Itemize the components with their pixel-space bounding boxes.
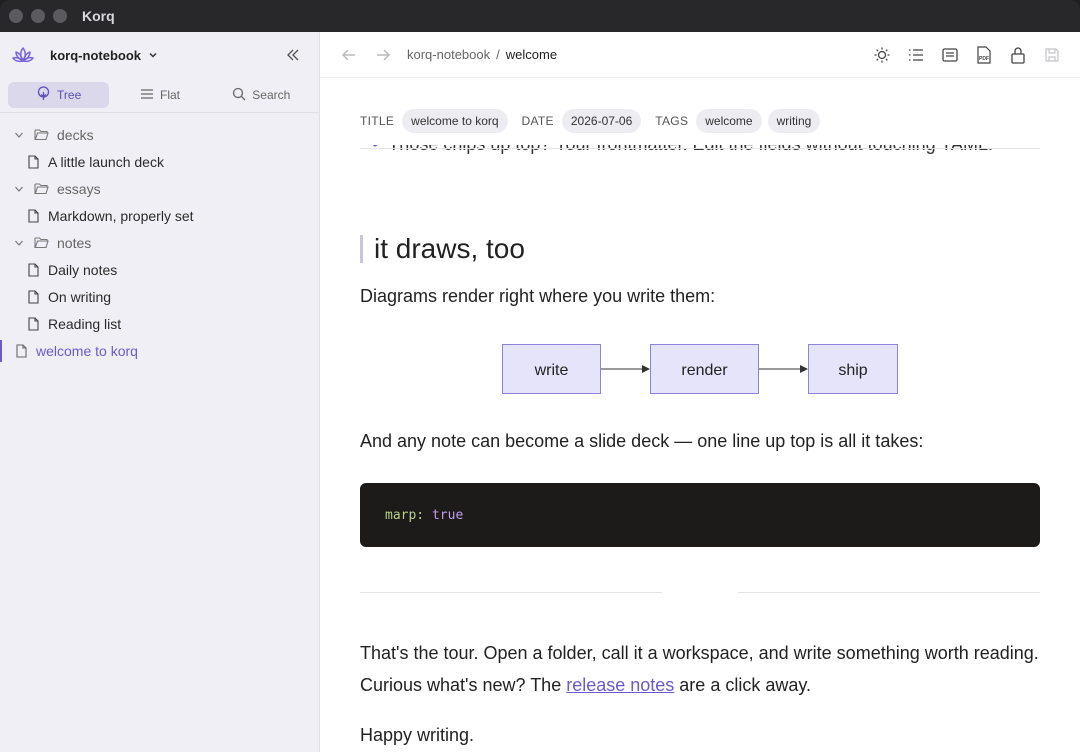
save-icon[interactable] — [1042, 45, 1062, 65]
close-window-button[interactable] — [9, 9, 23, 23]
toolbar-actions: PDF — [872, 45, 1062, 65]
window-title: Korq — [82, 8, 115, 24]
sidebar: korq-notebook Tree Flat Search decks A l… — [0, 32, 320, 752]
frontmatter-key-date: DATE — [521, 114, 554, 128]
file-tree: decks A little launch deck essays Markdo… — [0, 121, 320, 364]
editor-pane: korq-notebook / welcome PDF TITLE welcom… — [320, 32, 1080, 752]
file-icon — [16, 343, 27, 358]
tree-folder-essays[interactable]: essays — [0, 175, 320, 202]
paragraph: And any note can become a slide deck — o… — [360, 431, 924, 451]
frontmatter-key-title: TITLE — [360, 114, 395, 128]
tree-item-label: A little launch deck — [48, 153, 164, 170]
tree-item-label: essays — [57, 180, 101, 197]
paragraph: Diagrams render right where you write th… — [360, 286, 716, 306]
bullet-icon: • — [372, 145, 378, 154]
zoom-window-button[interactable] — [53, 9, 67, 23]
flow-diagram: write render ship — [502, 344, 898, 394]
view-switcher: Tree Flat Search — [8, 82, 312, 108]
minimize-window-button[interactable] — [31, 9, 45, 23]
file-icon — [28, 208, 39, 223]
folder-open-icon — [34, 128, 49, 141]
notebook-selector[interactable]: korq-notebook — [50, 48, 141, 63]
frontmatter-title-chip[interactable]: welcome to korq — [402, 109, 508, 133]
svg-text:PDF: PDF — [979, 56, 989, 62]
tree-item-label: Reading list — [48, 315, 122, 332]
tree-file-markdown[interactable]: Markdown, properly set — [0, 202, 320, 229]
code-block[interactable]: marp: true — [360, 483, 1040, 547]
folder-open-icon — [34, 236, 49, 249]
tree-file-on-writing[interactable]: On writing — [0, 283, 320, 310]
chevron-down-icon[interactable] — [147, 49, 159, 61]
tree-item-label: notes — [57, 234, 92, 251]
tree-icon — [36, 86, 51, 104]
divider — [360, 592, 662, 593]
view-tab-label: Tree — [57, 88, 82, 102]
window-controls — [9, 9, 67, 23]
tree-file-daily-notes[interactable]: Daily notes — [0, 256, 320, 283]
back-arrow-icon[interactable] — [339, 48, 359, 62]
breadcrumb-separator: / — [496, 47, 500, 62]
file-icon — [28, 316, 39, 331]
file-icon — [28, 262, 39, 277]
section-heading: it draws, too — [360, 235, 525, 263]
code-value: true — [431, 507, 464, 523]
reader-icon[interactable] — [940, 45, 960, 65]
view-tab-flat[interactable]: Flat — [109, 82, 210, 108]
tree-item-label: On writing — [48, 288, 112, 305]
view-tab-label: Search — [252, 88, 291, 102]
divider — [0, 112, 320, 113]
forward-arrow-icon[interactable] — [373, 48, 393, 62]
frontmatter-bar: TITLE welcome to korq DATE 2026-07-06 TA… — [360, 109, 821, 133]
file-icon — [28, 154, 39, 169]
frontmatter-divider — [360, 148, 1040, 149]
tree-item-label: decks — [57, 126, 94, 143]
tree-item-label: Daily notes — [48, 261, 118, 278]
diagram-node-label: render — [681, 362, 728, 379]
frontmatter-date-chip[interactable]: 2026-07-06 — [561, 109, 642, 133]
frontmatter-tag-chip[interactable]: writing — [767, 109, 821, 133]
diagram-node-label: ship — [838, 362, 867, 379]
theme-icon[interactable] — [872, 45, 892, 65]
view-tab-search[interactable]: Search — [211, 82, 312, 108]
paragraph: That's the tour. Open a folder, call it … — [360, 637, 1040, 701]
tree-folder-decks[interactable]: decks — [0, 121, 320, 148]
tree-file-reading-list[interactable]: Reading list — [0, 310, 320, 337]
sidebar-header: korq-notebook — [0, 32, 319, 78]
release-notes-link[interactable]: release notes — [566, 675, 674, 695]
diagram-node-label: write — [534, 362, 569, 379]
caret-down-icon[interactable] — [14, 184, 24, 194]
divider — [738, 592, 1040, 593]
collapse-sidebar-icon[interactable] — [285, 47, 301, 63]
list-item-text: Those chips up top? Your frontmatter. Ed… — [388, 145, 993, 154]
breadcrumb: korq-notebook / welcome — [407, 47, 557, 62]
outline-icon[interactable] — [906, 45, 926, 65]
frontmatter-tag-chip[interactable]: welcome — [696, 109, 762, 133]
view-tab-tree[interactable]: Tree — [8, 82, 110, 108]
search-icon — [232, 87, 246, 104]
paragraph: Happy writing. — [360, 725, 475, 745]
tree-item-label: welcome to korq — [36, 342, 138, 359]
editor-toolbar: korq-notebook / welcome PDF — [320, 32, 1080, 78]
tree-folder-notes[interactable]: notes — [0, 229, 320, 256]
window-titlebar: Korq — [0, 0, 1080, 32]
breadcrumb-parent[interactable]: korq-notebook — [407, 47, 490, 62]
view-tab-label: Flat — [159, 88, 180, 102]
breadcrumb-current: welcome — [505, 47, 558, 62]
code-key: marp: — [385, 507, 425, 523]
paragraph-text: are a click away. — [674, 675, 812, 695]
pdf-export-icon[interactable]: PDF — [974, 45, 994, 65]
korq-logo-icon — [12, 44, 34, 66]
folder-open-icon — [34, 182, 49, 195]
tree-file-welcome[interactable]: welcome to korq — [0, 337, 320, 364]
tree-file-launch-deck[interactable]: A little launch deck — [0, 148, 320, 175]
lock-icon[interactable] — [1008, 45, 1028, 65]
document: TITLE welcome to korq DATE 2026-07-06 TA… — [320, 79, 1080, 752]
frontmatter-key-tags: TAGS — [655, 114, 689, 128]
caret-down-icon[interactable] — [14, 130, 24, 140]
tree-item-label: Markdown, properly set — [48, 207, 194, 224]
file-icon — [28, 289, 39, 304]
caret-down-icon[interactable] — [14, 238, 24, 248]
list-icon — [140, 87, 154, 104]
